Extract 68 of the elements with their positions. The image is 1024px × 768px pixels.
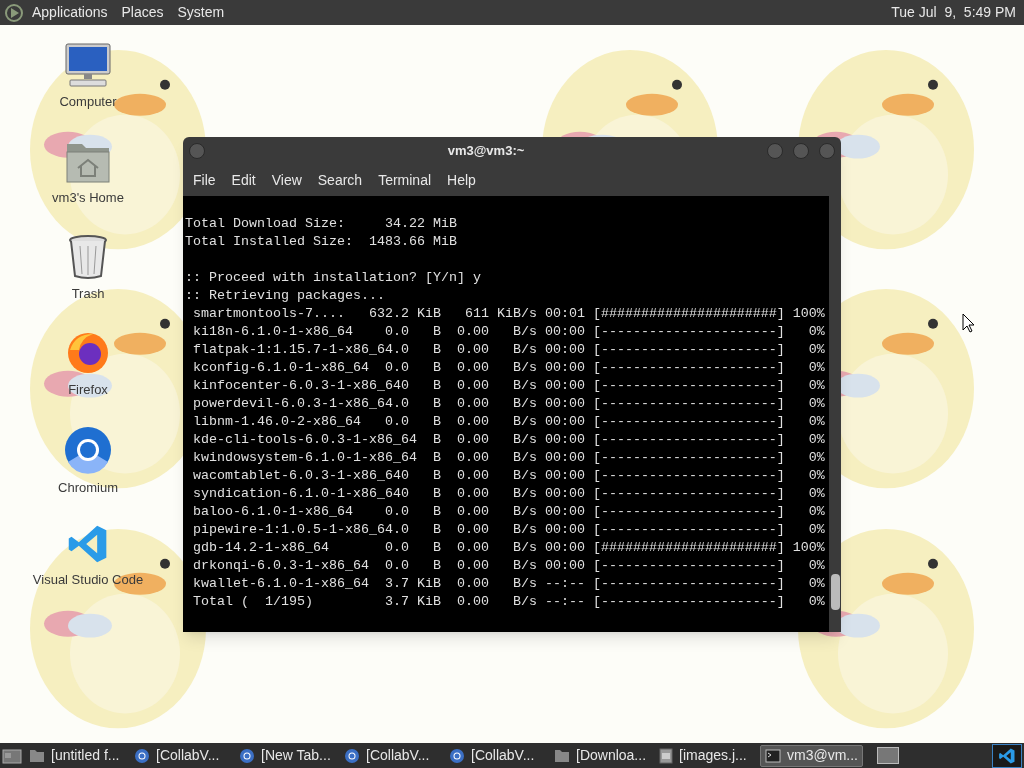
vscode-icon [998,746,1016,765]
taskbar-button[interactable]: [CollabV... [130,744,233,767]
terminal-line: ki18n-6.1.0-1-x86_64 0.0 B 0.00 B/s 00:00 [----------------------] 0% [192,323,825,341]
menu-item[interactable]: Terminal [372,170,438,191]
folder-icon [554,748,570,763]
terminal-line: drkonqi-6.0.3-1-x86_64 0.0 B 0.00 B/s 00:00 [----------------------] 0% [192,557,825,575]
clock[interactable]: Tue Jul 9, 5:49 PM [891,2,1016,23]
terminal-line: wacomtablet-6.0.3-1-x86_640 B 0.00 B/s 00:00 [----------------------] 0% [192,467,825,485]
terminal-line: syndication-6.1.0-1-x86_640 B 0.00 B/s 00:00 [----------------------] 0% [192,485,825,503]
mouse-cursor-icon [962,313,975,333]
menu-logo-icon[interactable] [4,2,24,23]
terminal-line: kinfocenter-6.0.3-1-x86_640 B 0.00 B/s 00:00 [----------------------] 0% [192,377,825,395]
terminal-line: smartmontools-7.... 632.2 KiB 611 KiB/s 00:01 [######################] 100% [192,305,825,323]
terminal-icon [765,748,781,763]
desktop-icon-label[interactable]: vm3's Home [52,188,124,208]
menu-item[interactable]: Help [441,170,482,191]
close-button[interactable] [819,143,835,159]
terminal-line: gdb-14.2-1-x86_64 0.0 B 0.00 B/s 00:00 [######################] 100% [192,539,825,557]
trash-can-icon [67,234,109,280]
terminal-line: baloo-6.1.0-1-x86_64 0.0 B 0.00 B/s 00:00 [----------------------] 0% [192,503,825,521]
window-menu-button[interactable] [189,143,205,159]
terminal-line: :: Proceed with installation? [Y/n] y [185,269,481,287]
taskbar-button[interactable]: [Downloa... [550,744,653,767]
desktop-icon-label[interactable]: Computer [59,92,117,112]
window-title: vm3@vm3:~ [446,142,526,161]
menu-item[interactable]: Search [311,170,369,191]
menu-item[interactable]: Edit [225,170,262,191]
panel-menu[interactable]: System [177,2,225,23]
chromium-icon [134,747,150,764]
taskbar-button[interactable]: [New Tab... [235,744,338,767]
taskbar-button[interactable]: [images.j... [655,744,758,767]
terminal-line: Total Download Size: 34.22 MiB [185,215,457,233]
terminal-line: Total ( 1/195) 3.7 KiB 0.00 B/s --:-- [----------------------] 0% [192,593,825,611]
terminal-line: Total Installed Size: 1483.66 MiB [185,233,457,251]
firefox-icon [65,330,111,376]
image-file-icon [659,747,673,764]
workspace-pager[interactable] [877,747,899,764]
desktop-icon-label[interactable]: Visual Studio Code [32,570,144,590]
maximize-button[interactable] [793,143,809,159]
taskbar-button[interactable]: [CollabV... [445,744,548,767]
chromium-icon [239,747,255,764]
terminal-line: :: Retrieving packages... [185,287,385,305]
launcher-button[interactable] [992,743,1022,768]
terminal-line: kconfig-6.1.0-1-x86_64 0.0 B 0.00 B/s 00:00 [----------------------] 0% [192,359,825,377]
terminal-line: kwallet-6.1.0-1-x86_64 3.7 KiB 0.00 B/s --:-- [----------------------] 0% [192,575,825,593]
scrollbar[interactable] [829,196,841,632]
folder-icon [29,748,45,763]
chromium-icon [64,426,112,474]
panel-menu[interactable]: Places [121,2,164,23]
desktop-icon-label[interactable]: Trash [71,284,105,304]
show-desktop-icon[interactable] [2,746,22,765]
chromium-icon [449,747,465,764]
terminal-line: powerdevil-6.0.3-1-x86_64.0 B 0.00 B/s 00:00 [----------------------] 0% [192,395,825,413]
desktop-icon-label[interactable]: Chromium [58,478,118,498]
panel-menu[interactable]: Applications [32,2,108,23]
menu-item[interactable]: File [187,170,222,191]
terminal-line: libnm-1.46.0-2-x86_64 0.0 B 0.00 B/s 00:00 [----------------------] 0% [192,413,825,431]
taskbar-button[interactable]: vm3@vm... [760,744,863,767]
terminal-line: kde-cli-tools-6.0.3-1-x86_64 B 0.00 B/s 00:00 [----------------------] 0% [192,431,825,449]
taskbar-button[interactable]: [untitled f... [25,744,128,767]
menu-item[interactable]: View [265,170,308,191]
chromium-icon [344,747,360,764]
minimize-button[interactable] [767,143,783,159]
terminal-line: flatpak-1:1.15.7-1-x86_64.0 B 0.00 B/s 00:00 [----------------------] 0% [192,341,825,359]
computer-icon [64,42,112,88]
terminal-line: kwindowsystem-6.1.0-1-x86_64 B 0.00 B/s 00:00 [----------------------] 0% [192,449,825,467]
taskbar-button[interactable]: [CollabV... [340,744,443,767]
terminal-line: pipewire-1:1.0.5-1-x86_64.0 B 0.00 B/s 00:00 [----------------------] 0% [192,521,825,539]
